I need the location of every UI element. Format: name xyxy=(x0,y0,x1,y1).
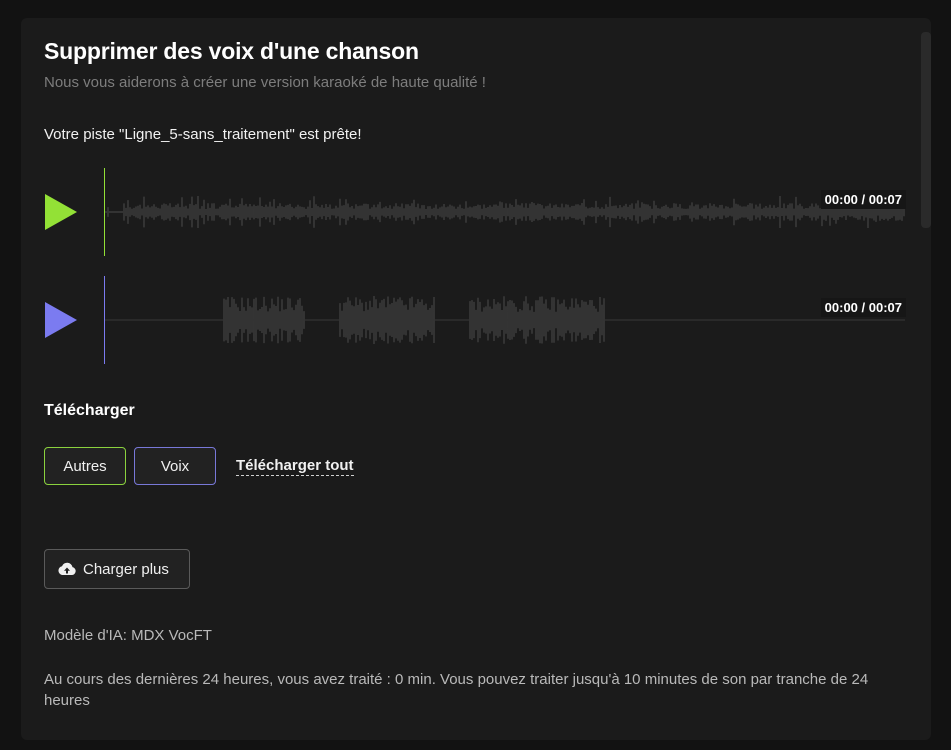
ready-message: Votre piste "Ligne_5-sans_traitement" es… xyxy=(44,126,362,143)
page-subtitle: Nous vous aiderons à créer une version k… xyxy=(44,74,486,91)
waveform-voix[interactable] xyxy=(104,276,906,364)
download-title: Télécharger xyxy=(44,402,135,419)
download-voix-button[interactable]: Voix xyxy=(134,447,216,485)
play-button-voix[interactable] xyxy=(44,302,78,338)
playhead-autres[interactable] xyxy=(104,168,105,256)
ai-model-info: Modèle d'IA: MDX VocFT xyxy=(44,627,212,644)
track-autres: 00:00 / 00:07 xyxy=(44,168,906,256)
upload-more-button[interactable]: Charger plus xyxy=(44,549,190,589)
play-icon xyxy=(45,302,77,338)
page-title: Supprimer des voix d'une chanson xyxy=(44,38,419,64)
usage-info: Au cours des dernières 24 heures, vous a… xyxy=(44,671,869,709)
cloud-upload-icon xyxy=(57,561,77,577)
download-all-link[interactable]: Télécharger tout xyxy=(236,457,354,476)
upload-more-label: Charger plus xyxy=(83,560,169,578)
play-icon xyxy=(45,194,77,230)
download-autres-button[interactable]: Autres xyxy=(44,447,126,485)
play-button-autres[interactable] xyxy=(44,194,78,230)
waveform-autres[interactable] xyxy=(104,168,906,256)
track-voix: 00:00 / 00:07 xyxy=(44,276,906,364)
scrollbar[interactable] xyxy=(921,32,931,228)
time-display-voix: 00:00 / 00:07 xyxy=(820,298,906,317)
time-display-autres: 00:00 / 00:07 xyxy=(820,190,906,209)
main-card: Supprimer des voix d'une chanson Nous vo… xyxy=(21,18,931,740)
playhead-voix[interactable] xyxy=(104,276,105,364)
